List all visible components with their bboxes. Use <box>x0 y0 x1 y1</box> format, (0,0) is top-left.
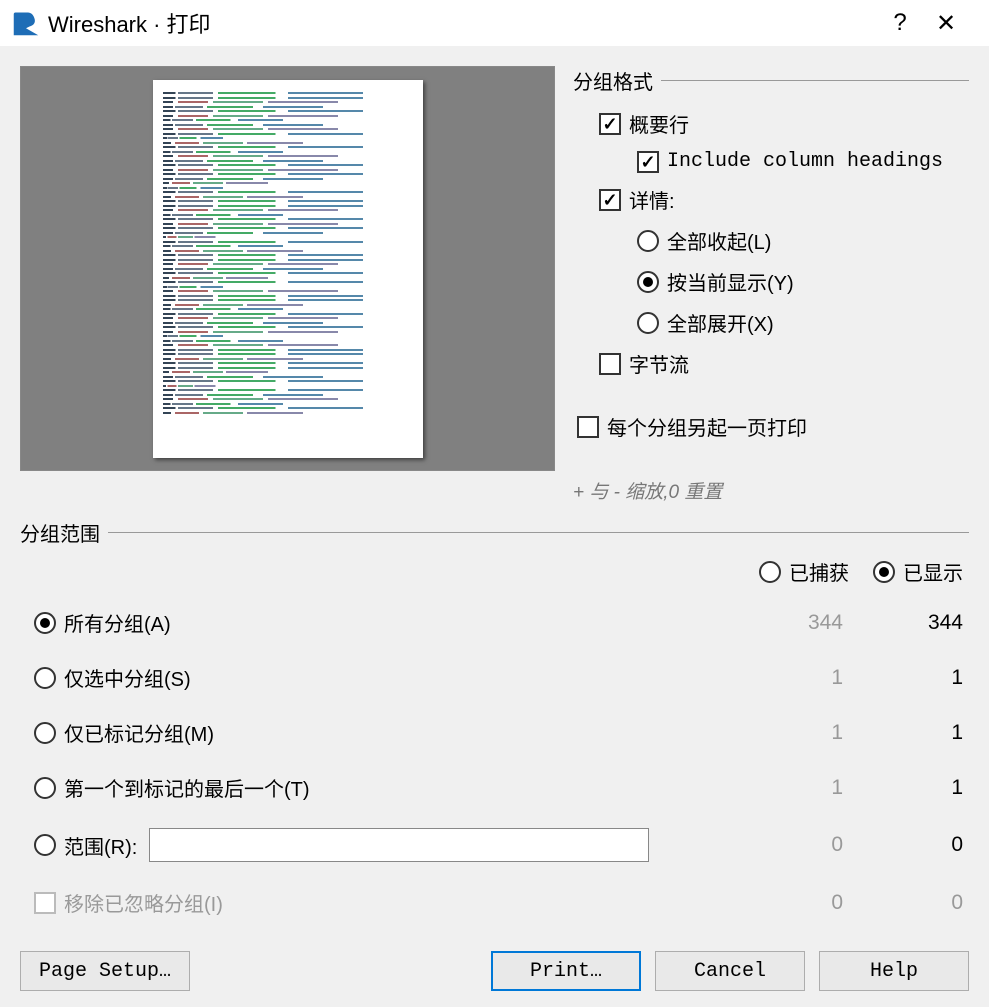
page-setup-button[interactable]: Page Setup… <box>20 951 190 991</box>
window-title: Wireshark · 打印 <box>48 7 877 39</box>
titlebar: Wireshark · 打印 ? ✕ <box>0 0 989 46</box>
collapse-all-radio[interactable] <box>637 230 659 252</box>
range-label: 范围(R): <box>64 831 137 860</box>
all-packets-radio[interactable] <box>34 612 56 634</box>
wireshark-icon <box>12 9 40 37</box>
preview-page <box>153 80 423 458</box>
close-icon[interactable]: ✕ <box>923 9 969 38</box>
ignored-displayed-count: 0 <box>843 891 963 915</box>
remove-ignored-label: 移除已忽略分组(I) <box>64 888 223 917</box>
displayed-radio[interactable] <box>873 561 895 583</box>
range-captured-count: 0 <box>723 833 843 857</box>
marked-captured-count: 1 <box>723 721 843 745</box>
help-icon[interactable]: ? <box>877 9 923 37</box>
marked-displayed-count: 1 <box>843 721 963 745</box>
summary-label: 概要行 <box>629 109 689 138</box>
all-captured-count: 344 <box>723 611 843 635</box>
as-displayed-radio[interactable] <box>637 271 659 293</box>
captured-radio[interactable] <box>759 561 781 583</box>
details-label: 详情: <box>629 185 675 214</box>
expand-all-label: 全部展开(X) <box>667 308 774 337</box>
zoom-hint: + 与 - 缩放,0 重置 <box>573 477 969 504</box>
range-input[interactable] <box>149 828 649 862</box>
print-button[interactable]: Print… <box>491 951 641 991</box>
selected-packets-label: 仅选中分组(S) <box>64 663 191 692</box>
collapse-all-label: 全部收起(L) <box>667 226 771 255</box>
summary-checkbox[interactable] <box>599 113 621 135</box>
range-radio[interactable] <box>34 834 56 856</box>
help-button[interactable]: Help <box>819 951 969 991</box>
selected-displayed-count: 1 <box>843 666 963 690</box>
displayed-label: 已显示 <box>903 557 963 586</box>
remove-ignored-checkbox <box>34 892 56 914</box>
as-displayed-label: 按当前显示(Y) <box>667 267 794 296</box>
print-preview <box>20 66 555 471</box>
cancel-button[interactable]: Cancel <box>655 951 805 991</box>
bytes-checkbox[interactable] <box>599 353 621 375</box>
include-headings-label: Include column headings <box>667 150 943 173</box>
range-displayed-count: 0 <box>843 833 963 857</box>
include-headings-checkbox[interactable] <box>637 151 659 173</box>
each-new-page-checkbox[interactable] <box>577 416 599 438</box>
expand-all-radio[interactable] <box>637 312 659 334</box>
marked-packets-radio[interactable] <box>34 722 56 744</box>
first-to-last-marked-label: 第一个到标记的最后一个(T) <box>64 773 310 802</box>
ignored-captured-count: 0 <box>723 891 843 915</box>
each-new-page-label: 每个分组另起一页打印 <box>607 412 807 441</box>
bytes-label: 字节流 <box>629 349 689 378</box>
selected-packets-radio[interactable] <box>34 667 56 689</box>
format-legend: 分组格式 <box>573 66 653 95</box>
selected-captured-count: 1 <box>723 666 843 690</box>
captured-label: 已捕获 <box>789 557 849 586</box>
range-legend: 分组范围 <box>20 518 100 547</box>
all-displayed-count: 344 <box>843 611 963 635</box>
ftlm-displayed-count: 1 <box>843 776 963 800</box>
first-to-last-marked-radio[interactable] <box>34 777 56 799</box>
details-checkbox[interactable] <box>599 189 621 211</box>
all-packets-label: 所有分组(A) <box>64 608 171 637</box>
ftlm-captured-count: 1 <box>723 776 843 800</box>
marked-packets-label: 仅已标记分组(M) <box>64 718 214 747</box>
